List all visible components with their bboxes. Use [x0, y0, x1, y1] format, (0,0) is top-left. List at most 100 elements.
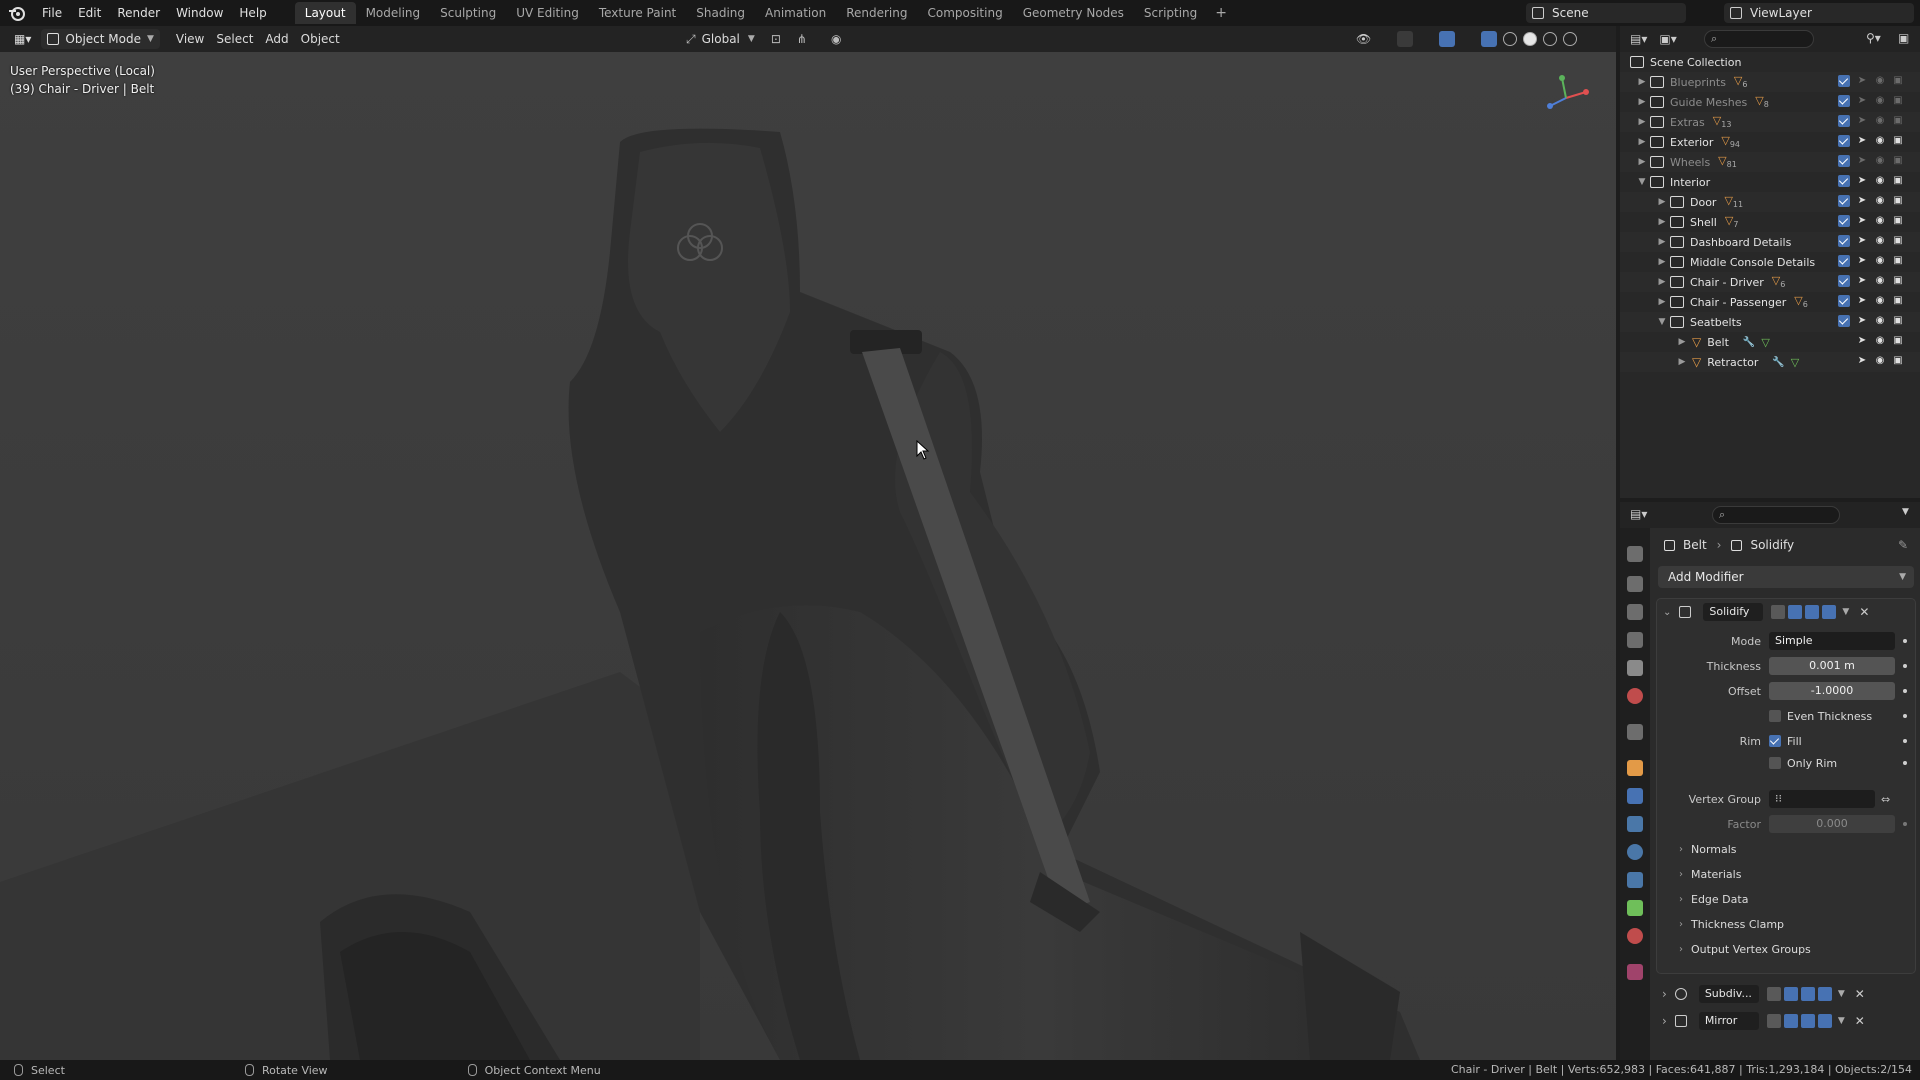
- modifier-name-field[interactable]: Solidify: [1703, 603, 1764, 621]
- chevron-right-icon[interactable]: ›: [1662, 1014, 1667, 1028]
- modifier-name-field[interactable]: Subdiv...: [1698, 985, 1759, 1003]
- view-layer-tab-icon[interactable]: [1627, 632, 1643, 648]
- select-arrow-icon[interactable]: ➤: [1856, 215, 1868, 227]
- eye-icon[interactable]: ◉: [1874, 95, 1886, 107]
- collection-tab-icon[interactable]: [1627, 724, 1643, 740]
- overlay-toggle-icon[interactable]: [1439, 31, 1456, 47]
- pin-icon[interactable]: ✎: [1898, 538, 1908, 552]
- tab-scripting[interactable]: Scripting: [1134, 2, 1207, 24]
- filter-icon[interactable]: ⚲▾: [1866, 31, 1881, 45]
- outliner-item[interactable]: ▶ Chair - Passenger ▽6 ➤ ◉ ▣: [1620, 292, 1920, 312]
- cage-toggle-icon[interactable]: [1783, 1014, 1798, 1028]
- mesh-data-icon[interactable]: ▽: [1761, 336, 1769, 349]
- modifier-icon[interactable]: 🔧: [1772, 357, 1784, 368]
- even-thickness-checkbox[interactable]: [1769, 710, 1781, 722]
- tab-rendering[interactable]: Rendering: [836, 2, 917, 24]
- include-checkbox[interactable]: [1838, 115, 1850, 127]
- select-arrow-icon[interactable]: ➤: [1856, 315, 1868, 327]
- menu-window[interactable]: Window: [168, 0, 231, 26]
- output-vertex-groups-subpanel[interactable]: › Output Vertex Groups: [1679, 939, 1811, 959]
- visibility-icon[interactable]: 👁: [1356, 32, 1371, 46]
- close-icon[interactable]: ✕: [1859, 605, 1869, 619]
- keyframe-icon[interactable]: [1903, 689, 1907, 693]
- select-arrow-icon[interactable]: ➤: [1856, 235, 1868, 247]
- scene-tab-icon[interactable]: [1627, 660, 1643, 676]
- tool-tab-icon[interactable]: [1627, 546, 1643, 562]
- eye-icon[interactable]: ◉: [1874, 295, 1886, 307]
- include-checkbox[interactable]: [1838, 75, 1850, 87]
- thickness-clamp-subpanel[interactable]: › Thickness Clamp: [1679, 914, 1784, 934]
- add-workspace-button[interactable]: +: [1207, 5, 1235, 21]
- eye-icon[interactable]: ◉: [1874, 215, 1886, 227]
- include-checkbox[interactable]: [1838, 295, 1850, 307]
- editor-type-icon[interactable]: ▦▾: [8, 29, 37, 49]
- render-toggle-icon[interactable]: [1817, 1014, 1832, 1028]
- eye-icon[interactable]: ◉: [1874, 175, 1886, 187]
- menu-add[interactable]: Add: [259, 29, 294, 49]
- keyframe-icon[interactable]: [1903, 664, 1907, 668]
- transform-orientation-dropdown[interactable]: ⤢ Global ▼ ⊡ ⋔ ◉: [686, 29, 841, 49]
- camera-icon[interactable]: ▣: [1892, 115, 1904, 127]
- render-toggle-icon[interactable]: [1822, 605, 1837, 619]
- tab-animation[interactable]: Animation: [755, 2, 836, 24]
- offset-field[interactable]: -1.0000: [1769, 682, 1895, 700]
- camera-icon[interactable]: ▣: [1892, 335, 1904, 347]
- object-tab-icon[interactable]: [1627, 760, 1643, 776]
- data-tab-icon[interactable]: [1627, 900, 1643, 916]
- outliner-item[interactable]: ▶ Shell ▽7 ➤ ◉ ▣: [1620, 212, 1920, 232]
- select-arrow-icon[interactable]: ➤: [1856, 195, 1868, 207]
- eye-icon[interactable]: ◉: [1874, 315, 1886, 327]
- physics-tab-icon[interactable]: [1627, 844, 1643, 860]
- expand-right-icon[interactable]: ▶: [1636, 97, 1648, 107]
- thickness-field[interactable]: 0.001 m: [1769, 657, 1895, 675]
- wireframe-shading-icon[interactable]: [1503, 32, 1518, 46]
- camera-icon[interactable]: ▣: [1892, 315, 1904, 327]
- vertex-group-field[interactable]: ⁝⁝: [1769, 790, 1875, 808]
- select-arrow-icon[interactable]: ➤: [1856, 295, 1868, 307]
- viewport-toggle-icon[interactable]: [1800, 987, 1815, 1001]
- pivot-icon[interactable]: ⊡: [771, 32, 781, 46]
- cage-toggle-icon[interactable]: [1788, 605, 1803, 619]
- tab-layout[interactable]: Layout: [294, 2, 356, 24]
- rendered-shading-icon[interactable]: [1563, 32, 1578, 46]
- expand-down-icon[interactable]: ▼: [1636, 177, 1648, 187]
- keyframe-icon[interactable]: [1903, 761, 1907, 765]
- xray-toggle-icon[interactable]: [1481, 31, 1498, 47]
- scene-selector[interactable]: Scene: [1526, 3, 1686, 23]
- eye-icon[interactable]: ◉: [1874, 155, 1886, 167]
- tab-compositing[interactable]: Compositing: [917, 2, 1012, 24]
- new-collection-icon[interactable]: ▣: [1898, 31, 1909, 45]
- add-modifier-button[interactable]: Add Modifier ▼: [1658, 566, 1914, 588]
- camera-icon[interactable]: ▣: [1892, 275, 1904, 287]
- eye-icon[interactable]: ◉: [1874, 195, 1886, 207]
- tab-shading[interactable]: Shading: [686, 2, 755, 24]
- proportional-edit-icon[interactable]: ◉: [831, 32, 841, 46]
- select-arrow-icon[interactable]: ➤: [1856, 275, 1868, 287]
- select-arrow-icon[interactable]: ➤: [1856, 355, 1868, 367]
- chevron-down-icon[interactable]: ▼: [1838, 989, 1845, 999]
- outliner-item[interactable]: ▶ Dashboard Details ➤ ◉ ▣: [1620, 232, 1920, 252]
- expand-right-icon[interactable]: ▶: [1656, 257, 1668, 267]
- select-arrow-icon[interactable]: ➤: [1856, 115, 1868, 127]
- display-mode-icon[interactable]: ▣▾: [1659, 32, 1676, 46]
- navigation-gizmo-icon[interactable]: [1536, 70, 1596, 120]
- outliner-item[interactable]: ▶ Wheels ▽81 ➤ ◉ ▣: [1620, 152, 1920, 172]
- expand-right-icon[interactable]: ▶: [1656, 277, 1668, 287]
- menu-render[interactable]: Render: [109, 0, 168, 26]
- fill-checkbox[interactable]: [1769, 735, 1781, 747]
- mode-dropdown[interactable]: Simple: [1769, 632, 1895, 650]
- editor-type-icon[interactable]: ▤▾: [1630, 507, 1647, 521]
- eye-icon[interactable]: ◉: [1874, 135, 1886, 147]
- eye-icon[interactable]: ◉: [1874, 115, 1886, 127]
- outliner-item[interactable]: ▼ Seatbelts ➤ ◉ ▣: [1620, 312, 1920, 332]
- menu-object[interactable]: Object: [295, 29, 346, 49]
- modifier-icon[interactable]: 🔧: [1743, 337, 1755, 348]
- close-icon[interactable]: ✕: [1855, 1014, 1865, 1028]
- cage-toggle-icon[interactable]: [1783, 987, 1798, 1001]
- include-checkbox[interactable]: [1838, 315, 1850, 327]
- include-checkbox[interactable]: [1838, 255, 1850, 267]
- factor-field[interactable]: 0.000: [1769, 815, 1895, 833]
- editor-type-icon[interactable]: ▤▾: [1630, 32, 1647, 46]
- expand-right-icon[interactable]: ▶: [1656, 197, 1668, 207]
- expand-right-icon[interactable]: ▶: [1676, 337, 1688, 347]
